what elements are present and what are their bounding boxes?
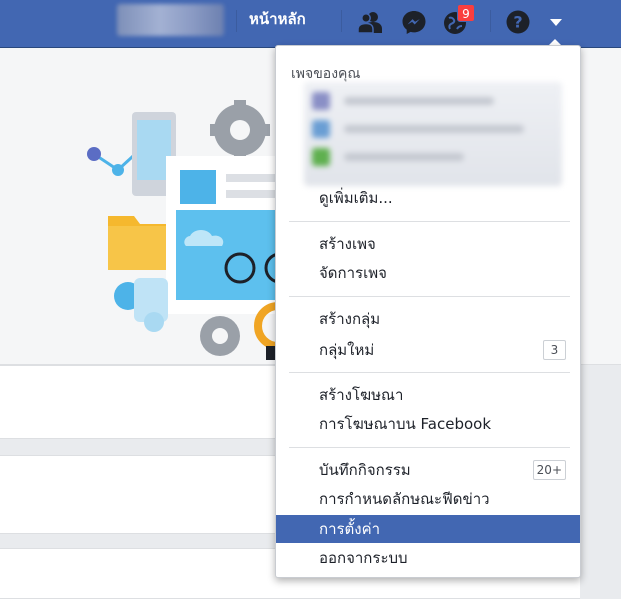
menu-item-create-group[interactable]: สร้างกลุ่ม	[276, 305, 580, 333]
svg-text:?: ?	[513, 13, 522, 32]
friends-icon[interactable]	[355, 7, 385, 37]
menu-item-label: การโฆษณาบน Facebook	[319, 415, 492, 433]
menu-item-create-ads[interactable]: สร้างโฆษณา	[276, 381, 580, 409]
menu-divider	[289, 296, 570, 297]
menu-item-see-more[interactable]: ดูเพิ่มเติม...	[276, 184, 580, 212]
menu-divider	[289, 221, 570, 222]
top-navigation-bar: หน้าหลัก 9 ?	[0, 0, 621, 48]
profile-link-blurred[interactable]	[117, 4, 224, 36]
menu-item-label: กลุ่มใหม่	[319, 341, 375, 359]
menu-item-label: ออกจากระบบ	[319, 549, 408, 567]
pages-illustration	[87, 100, 290, 360]
menu-item-label: บันทึกกิจกรรม	[319, 461, 411, 479]
caret-down-icon[interactable]	[541, 7, 571, 37]
menu-item-activity-log[interactable]: บันทึกกิจกรรม 20+	[276, 456, 580, 484]
topbar-separator	[236, 10, 237, 32]
menu-item-advertising-on-facebook[interactable]: การโฆษณาบน Facebook	[276, 410, 580, 438]
menu-item-label: การตั้งค่า	[319, 520, 381, 538]
your-pages-list-blurred[interactable]	[304, 82, 562, 186]
menu-item-new-groups[interactable]: กลุ่มใหม่ 3	[276, 336, 580, 364]
home-link[interactable]: หน้าหลัก	[249, 9, 306, 29]
menu-item-label: สร้างโฆษณา	[319, 386, 404, 404]
menu-item-label: สร้างกลุ่ม	[319, 310, 381, 328]
account-dropdown-menu: เพจของคุณ ดูเพิ่มเติม... สร้างเพจ จัดการ…	[275, 45, 581, 578]
menu-divider	[289, 447, 570, 448]
messenger-icon[interactable]	[399, 7, 429, 37]
topbar-separator	[490, 10, 491, 32]
menu-item-create-page[interactable]: สร้างเพจ	[276, 230, 580, 258]
menu-item-label: การกำหนดลักษณะฟีดข่าว	[319, 490, 490, 508]
menu-item-settings[interactable]: การตั้งค่า	[276, 515, 580, 543]
activity-log-count-badge: 20+	[532, 460, 566, 480]
topbar-separator	[341, 10, 342, 32]
menu-item-log-out[interactable]: ออกจากระบบ	[276, 544, 580, 572]
new-groups-count-badge: 3	[543, 340, 566, 360]
menu-divider	[289, 372, 570, 373]
help-icon[interactable]: ?	[503, 7, 533, 37]
menu-item-label: ดูเพิ่มเติม...	[319, 189, 393, 207]
menu-item-label: จัดการเพจ	[319, 264, 387, 282]
notification-count-badge: 9	[457, 4, 475, 22]
menu-item-label: สร้างเพจ	[319, 235, 376, 253]
menu-item-manage-pages[interactable]: จัดการเพจ	[276, 259, 580, 287]
menu-item-news-feed-preferences[interactable]: การกำหนดลักษณะฟีดข่าว	[276, 485, 580, 513]
